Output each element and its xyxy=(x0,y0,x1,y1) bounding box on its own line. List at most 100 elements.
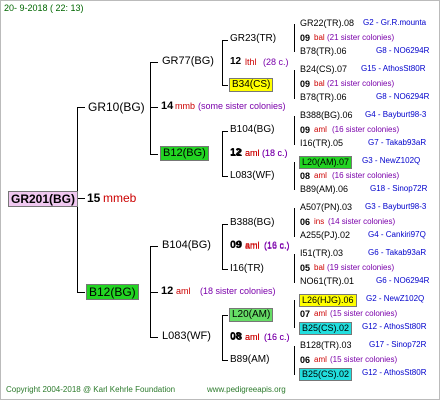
breeder-info: G6 - Takab93aR xyxy=(368,248,427,257)
queen-gen4[interactable]: GR22(TR).08 xyxy=(300,19,354,28)
age-gen4: 07 xyxy=(300,309,311,319)
breeder-info: G3 - NewZ102Q xyxy=(362,156,421,165)
age-gen3: 12 xyxy=(230,56,242,67)
breeder-info: G2 - NewZ102Q xyxy=(366,294,425,303)
queen-gen3[interactable]: B34(CS) xyxy=(229,78,274,92)
age-gen1: 12 xyxy=(161,285,174,297)
connector xyxy=(150,62,158,63)
breeder-info: G4 - Cankiri97Q xyxy=(368,230,426,239)
connector xyxy=(150,246,151,337)
sister-note: (16 c.) xyxy=(264,241,290,251)
unit-gen3: aml xyxy=(245,332,260,342)
copyright-text: Copyright 2004-2018 @ Karl Kehrle Founda… xyxy=(6,385,176,394)
queen-gen1[interactable]: GR10(BG) xyxy=(88,101,145,113)
breeder-info: G3 - Bayburt98-3 xyxy=(365,202,427,211)
queen-gen4[interactable]: B78(TR).06 xyxy=(300,93,347,102)
queen-gen4[interactable]: NO61(TR).01 xyxy=(300,277,354,286)
site-link[interactable]: www.pedigreeapis.org xyxy=(207,386,286,394)
connector xyxy=(150,107,158,108)
connector xyxy=(294,70,295,99)
sister-note: (15 sister colonies) xyxy=(330,309,398,318)
queen-gen4[interactable]: B78(TR).06 xyxy=(300,47,347,56)
queen-gen4[interactable]: B24(CS).07 xyxy=(300,65,347,74)
queen-gen2[interactable]: GR77(BG) xyxy=(162,56,214,67)
connector xyxy=(77,107,85,108)
queen-gen3[interactable]: L083(WF) xyxy=(230,171,274,181)
queen-gen4[interactable]: L20(AM).07 xyxy=(299,156,353,169)
connector xyxy=(222,360,228,361)
age-gen4: 06 xyxy=(300,355,311,365)
connector xyxy=(222,315,228,316)
unit-root: mmeb xyxy=(103,191,137,205)
sister-note: (28 c.) xyxy=(263,57,289,67)
age-gen4: 08 xyxy=(300,171,311,181)
breeder-info: G7 - Takab93aR xyxy=(368,138,427,147)
connector xyxy=(150,292,158,293)
queen-gen3[interactable]: B89(AM) xyxy=(230,355,269,365)
queen-gen4[interactable]: B128(TR).03 xyxy=(300,341,352,350)
connector xyxy=(222,40,223,85)
queen-gen2[interactable]: B12(BG) xyxy=(160,146,209,161)
unit-gen4: aml xyxy=(314,125,327,134)
queen-gen4[interactable]: I16(TR).05 xyxy=(300,139,343,148)
connector xyxy=(150,246,158,247)
unit-gen4: ins xyxy=(314,217,325,226)
connector xyxy=(222,40,228,41)
queen-gen3[interactable]: I16(TR) xyxy=(230,264,264,274)
connector xyxy=(222,85,228,86)
queen-gen2[interactable]: L083(WF) xyxy=(162,331,211,342)
unit-gen3: lthl xyxy=(245,57,257,67)
sister-note: (16 sister colonies) xyxy=(332,125,400,134)
queen-gen4[interactable]: B89(AM).06 xyxy=(300,185,348,194)
age-gen3: 08 xyxy=(230,331,242,342)
sister-note: (15 sister colonies) xyxy=(330,355,398,364)
breeder-info: G4 - Bayburt98-3 xyxy=(365,110,427,119)
connector xyxy=(77,198,85,199)
queen-gen4[interactable]: I51(TR).03 xyxy=(300,249,343,258)
sister-note: (21 sister colonies) xyxy=(327,79,395,88)
age-gen3: 12 xyxy=(230,147,242,158)
queen-gen4[interactable]: A507(PN).03 xyxy=(300,203,352,212)
unit-gen3: aml xyxy=(245,148,260,158)
queen-gen1[interactable]: B12(BG) xyxy=(86,284,139,300)
age-gen3: 09 xyxy=(230,240,242,251)
connector xyxy=(294,24,295,52)
age-gen4: 05 xyxy=(300,263,311,273)
queen-gen2[interactable]: B104(BG) xyxy=(162,240,211,251)
breeder-info: G8 - NO6294R xyxy=(376,46,430,55)
queen-gen4[interactable]: L26(HJG).06 xyxy=(299,294,357,307)
queen-gen3[interactable]: L20(AM) xyxy=(229,308,274,322)
sister-note: (19 sister colonies) xyxy=(327,263,395,272)
age-root: 15 xyxy=(87,191,101,205)
connector xyxy=(222,315,223,360)
queen-gen4[interactable]: B25(CS).02 xyxy=(299,322,353,335)
queen-gen4[interactable]: B388(BG).06 xyxy=(300,111,353,120)
connector xyxy=(294,254,295,283)
queen-gen3[interactable]: GR23(TR) xyxy=(230,34,276,44)
queen-gen4[interactable]: B25(CS).02 xyxy=(299,368,353,381)
queen-gen3[interactable]: B104(BG) xyxy=(230,125,274,135)
unit-gen4: bal xyxy=(314,33,325,42)
print-date: 20- 9-2018 ( 22: 13) xyxy=(4,3,84,13)
connector xyxy=(222,224,228,225)
connector xyxy=(222,224,223,269)
connector xyxy=(222,269,228,270)
sister-note: (some sister colonies) xyxy=(198,101,286,111)
queen-root[interactable]: GR201(BG) xyxy=(8,191,79,207)
sister-note: (16 sister colonies) xyxy=(332,171,400,180)
queen-gen4[interactable]: A255(PJ).02 xyxy=(300,231,350,240)
breeder-info: G8 - NO6294R xyxy=(376,92,430,101)
unit-gen4: bal xyxy=(314,79,325,88)
connector xyxy=(150,62,151,154)
age-gen1: 14 xyxy=(161,100,174,112)
breeder-info: G6 - NO6294R xyxy=(376,276,430,285)
connector xyxy=(222,131,223,176)
age-gen4: 09 xyxy=(300,125,311,135)
breeder-info: G12 - AthosSt80R xyxy=(362,322,427,331)
breeder-info: G15 - AthosSt80R xyxy=(361,64,426,73)
unit-gen4: bal xyxy=(314,263,325,272)
connector xyxy=(294,208,295,237)
sister-note: (14 sister colonies) xyxy=(328,217,396,226)
connector xyxy=(222,131,228,132)
queen-gen3[interactable]: B388(BG) xyxy=(230,218,274,228)
